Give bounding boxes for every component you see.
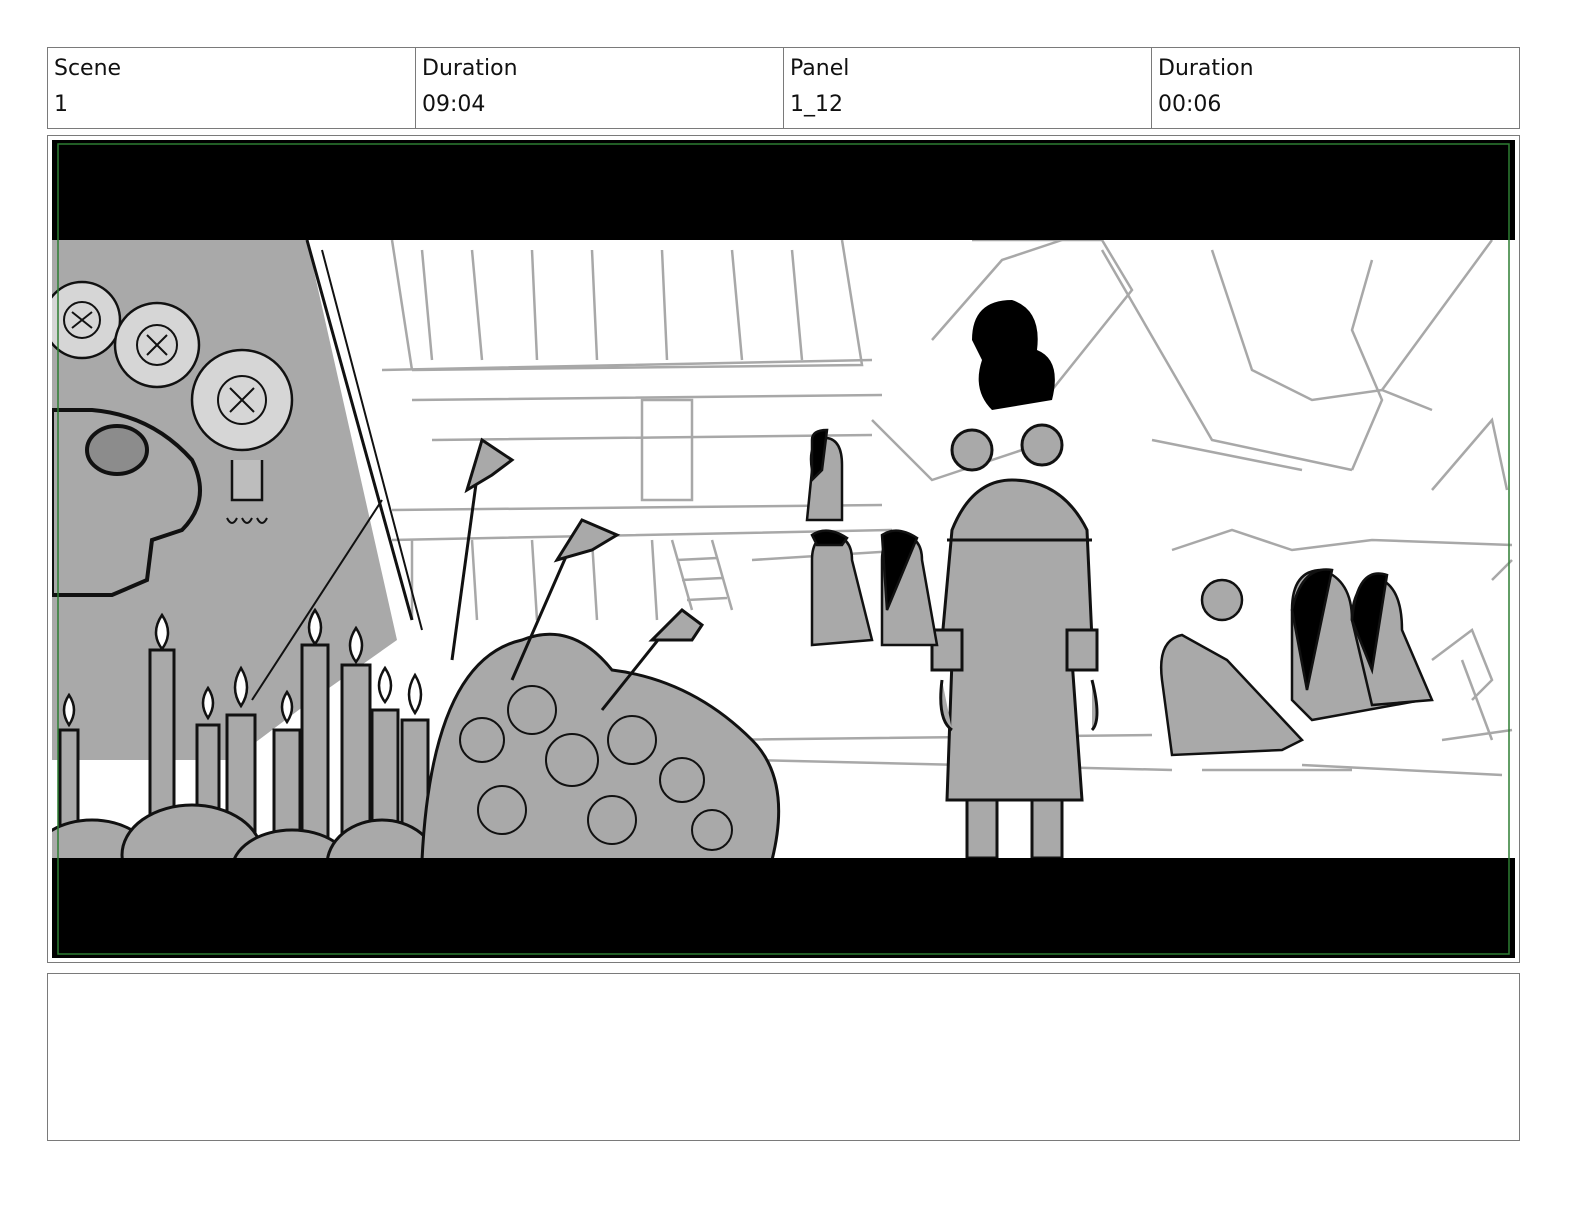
panel-info-header: Scene 1 Duration 09:04 Panel 1_12 Durati…: [47, 47, 1520, 129]
scene-duration-value: 09:04: [422, 92, 486, 117]
scene-duration-label: Duration: [422, 56, 518, 81]
panel-duration-value: 00:06: [1158, 92, 1222, 117]
letterbox-bottom: [52, 858, 1515, 958]
scene-label: Scene: [54, 56, 122, 81]
panel-duration-cell: Duration 00:06: [1152, 48, 1519, 128]
storyboard-sketch-image: [52, 140, 1515, 958]
scene-cell: Scene 1: [48, 48, 416, 128]
panel-duration-label: Duration: [1158, 56, 1254, 81]
panel-cell: Panel 1_12: [784, 48, 1152, 128]
panel-label: Panel: [790, 56, 850, 81]
panel-frame: [47, 135, 1520, 963]
scene-duration-cell: Duration 09:04: [416, 48, 784, 128]
letterbox-top: [52, 140, 1515, 240]
panel-value: 1_12: [790, 92, 843, 117]
scene-value: 1: [54, 92, 68, 117]
panel-notes[interactable]: [47, 973, 1520, 1141]
